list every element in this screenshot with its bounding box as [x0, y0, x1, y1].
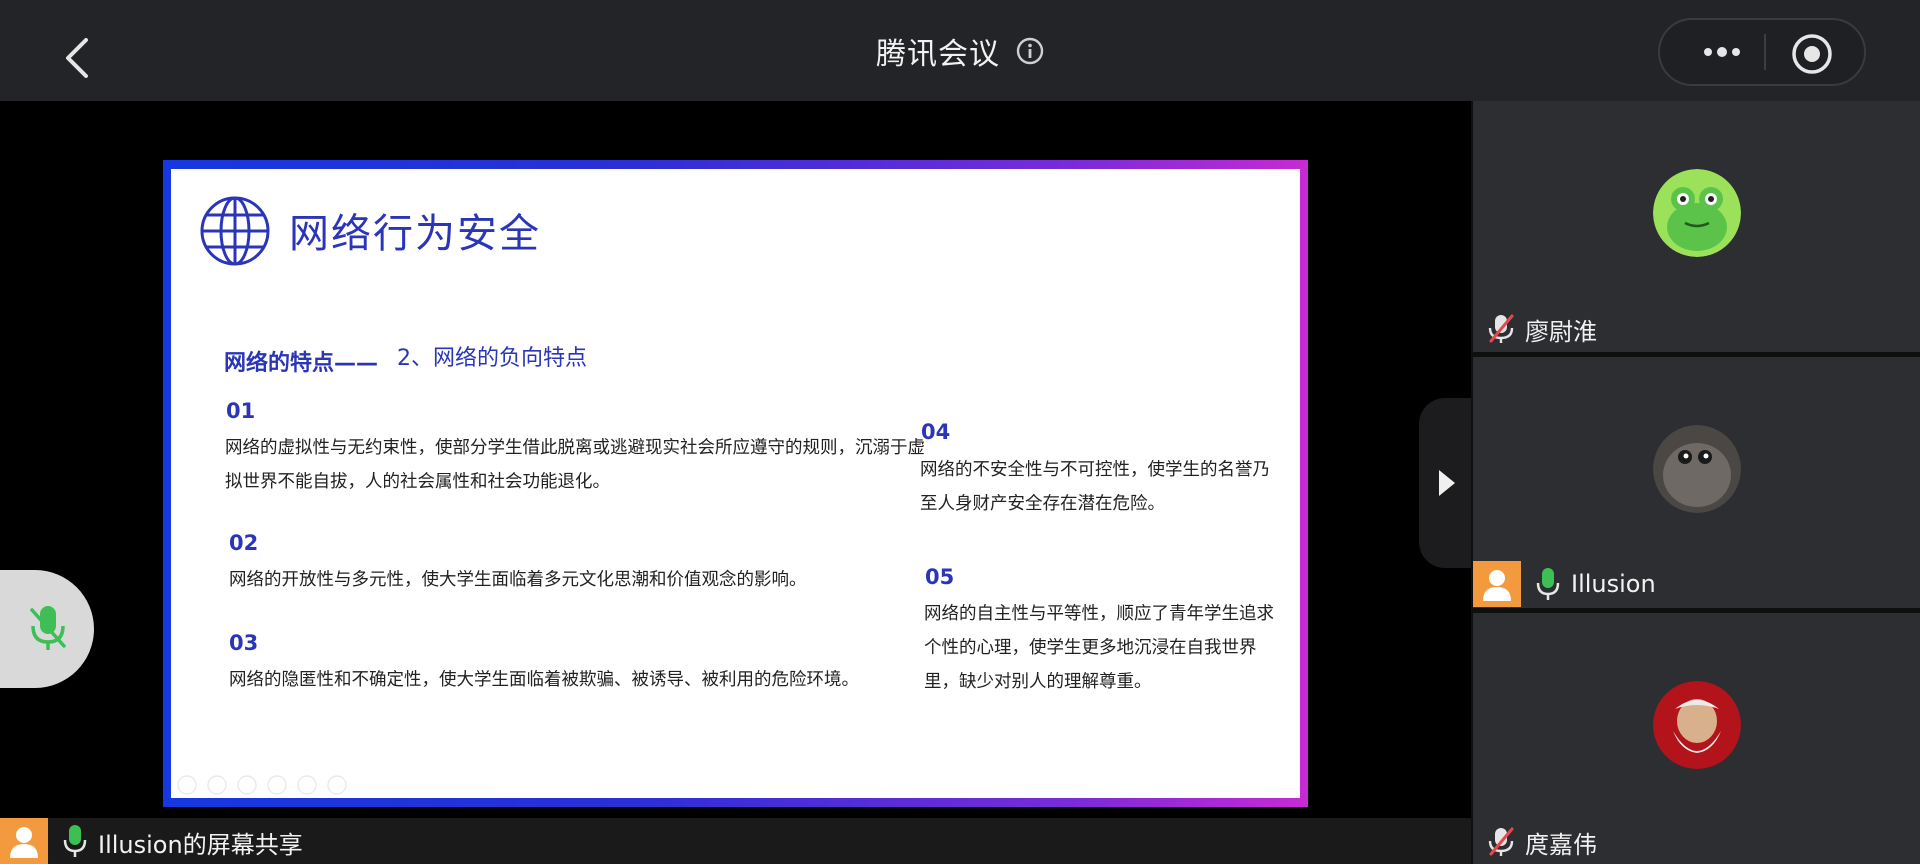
point-number: 01 — [226, 399, 256, 423]
mic-muted-icon — [1488, 314, 1514, 343]
point-text: 网络的自主性与平等性，顺应了青年学生追求个性的心理，使学生更多地沉浸在自我世界里… — [924, 604, 1274, 692]
participant-sidebar: 廖尉淮 Illusion 庹嘉伟 — [1471, 101, 1920, 864]
top-actions-pill — [1658, 18, 1866, 86]
info-icon[interactable] — [1016, 37, 1044, 65]
participant-name-row: 廖尉淮 — [1487, 311, 1597, 347]
presentation-slide: 网络行为安全 网络的特点—— 2、网络的负向特点 01 网络的虚拟性与无约束性，… — [163, 160, 1308, 807]
play-arrow-icon — [1439, 470, 1455, 496]
avatar — [0, 818, 48, 864]
point-number: 04 — [921, 420, 951, 444]
point-text: 网络的隐匿性和不确定性，使大学生面临着被欺骗、被诱导、被利用的危险环境。 — [229, 670, 859, 690]
point-number: 03 — [229, 631, 259, 655]
point-text: 网络的不安全性与不可控性，使学生的名誉乃至人身财产安全存在潜在危险。 — [920, 460, 1270, 514]
more-dots-icon[interactable] — [1688, 32, 1756, 72]
mic-on-icon — [1536, 568, 1560, 600]
point-number: 02 — [229, 531, 259, 555]
slide-content: 网络行为安全 网络的特点—— 2、网络的负向特点 01 网络的虚拟性与无约束性，… — [171, 169, 1300, 798]
point-text: 网络的开放性与多元性，使大学生面临着多元文化思潮和价值观念的影响。 — [229, 570, 807, 590]
slide-subtitle-rest: 2、网络的负向特点 — [397, 346, 587, 371]
participant-name-row: Illusion — [1535, 566, 1656, 602]
point-number: 05 — [925, 565, 955, 589]
screen-share-label: Illusion的屏幕共享 — [98, 831, 303, 859]
participant-name: Illusion — [1571, 570, 1656, 598]
back-button[interactable] — [52, 28, 102, 88]
globe-icon — [200, 196, 270, 266]
chevron-left-icon — [66, 38, 88, 78]
slide-subtitle-bold: 网络的特点—— — [224, 351, 379, 376]
point-text: 网络的虚拟性与无约束性，使部分学生借此脱离或逃避现实社会所应遵守的规则，沉溺于虚… — [225, 438, 925, 492]
user-silhouette-icon — [10, 827, 38, 858]
participant-name: 廖尉淮 — [1525, 317, 1597, 346]
participant-tile[interactable]: 廖尉淮 — [1473, 101, 1920, 352]
cat-avatar — [1653, 425, 1741, 513]
top-bar: 腾讯会议 — [0, 0, 1920, 101]
participant-name-row: 庹嘉伟 — [1487, 824, 1597, 860]
old-man-avatar — [1653, 681, 1741, 769]
mic-muted-icon — [1488, 827, 1514, 856]
participant-tile[interactable]: 庹嘉伟 — [1473, 613, 1920, 864]
share-status-bar: Illusion的屏幕共享 — [0, 818, 1471, 864]
pill-divider — [1764, 34, 1766, 70]
expand-sidebar-button[interactable] — [1419, 398, 1471, 568]
participant-tile[interactable]: Illusion — [1473, 357, 1920, 608]
mic-muted-icon — [30, 606, 66, 650]
avatar — [1473, 561, 1521, 607]
user-silhouette-icon — [1483, 570, 1511, 601]
slide-title: 网络行为安全 — [289, 211, 541, 257]
meeting-title: 腾讯会议 — [876, 36, 1000, 72]
frog-avatar — [1653, 169, 1741, 257]
participant-name: 庹嘉伟 — [1525, 830, 1597, 859]
slide-playback-controls[interactable] — [177, 774, 357, 796]
mic-on-icon — [63, 825, 87, 857]
record-icon[interactable] — [1790, 32, 1834, 76]
